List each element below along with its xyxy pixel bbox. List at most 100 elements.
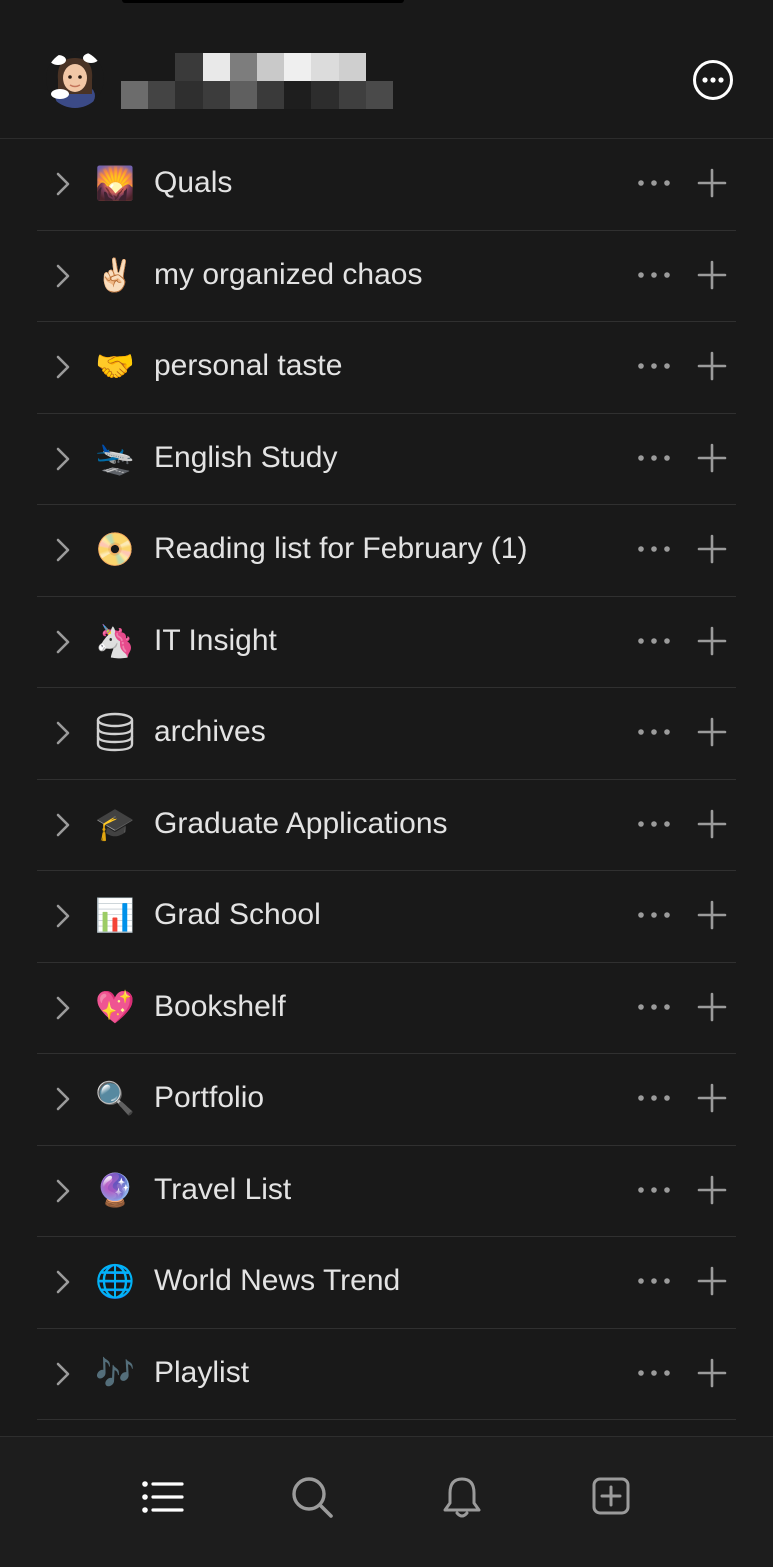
plus-icon[interactable] (697, 534, 727, 564)
new-page-icon (592, 1477, 630, 1515)
sunrise-icon: 🌄 (95, 165, 135, 201)
handshake-icon: 🤝 (95, 348, 135, 384)
memoji-avatar-icon (46, 50, 104, 108)
sidebar-item-label: archives (154, 715, 266, 748)
sidebar-item-archives[interactable]: archives (37, 688, 736, 780)
plus-icon[interactable] (697, 900, 727, 930)
sidebar-item-label: Grad School (154, 898, 321, 931)
plus-icon[interactable] (697, 626, 727, 656)
ellipsis-icon[interactable] (635, 356, 673, 376)
ellipsis-icon[interactable] (635, 1088, 673, 1108)
chevron-right-icon[interactable] (53, 1178, 73, 1204)
victory-hand-icon: ✌🏻 (95, 256, 135, 293)
chevron-right-icon[interactable] (53, 995, 73, 1021)
sidebar-item-label: my organized chaos (154, 257, 423, 291)
sidebar-item-portfolio[interactable]: 🔍 Portfolio (37, 1054, 736, 1146)
unicorn-icon: 🦄 (95, 622, 135, 659)
plus-icon[interactable] (697, 1083, 727, 1113)
sidebar-item-quals[interactable]: 🌄 Quals (37, 139, 736, 231)
dvd-icon: 📀 (95, 531, 135, 567)
ellipsis-icon[interactable] (635, 1271, 673, 1291)
ellipsis-icon[interactable] (635, 905, 673, 925)
ellipsis-icon[interactable] (635, 997, 673, 1017)
ellipsis-icon[interactable] (635, 814, 673, 834)
sidebar-item-label: Portfolio (154, 1081, 265, 1114)
sidebar-item-label: Travel List (154, 1172, 292, 1206)
sidebar-item-label: World News Trend (154, 1264, 401, 1297)
sidebar-item-playlist[interactable]: 🎶 Playlist (37, 1329, 736, 1420)
chevron-right-icon[interactable] (53, 903, 73, 929)
more-circle-icon (693, 60, 733, 100)
chevron-right-icon[interactable] (53, 537, 73, 563)
sidebar-item-english-study[interactable]: 🛬 English Study (37, 414, 736, 505)
graduation-cap-icon: 🎓 (95, 805, 135, 842)
chevron-right-icon[interactable] (53, 1361, 73, 1387)
ellipsis-icon[interactable] (635, 722, 673, 742)
ellipsis-icon[interactable] (635, 1363, 673, 1383)
globe-icon: 🌐 (95, 1263, 135, 1299)
chevron-right-icon[interactable] (53, 720, 73, 746)
more-options-button[interactable] (692, 59, 734, 101)
ellipsis-icon[interactable] (635, 631, 673, 651)
plus-icon[interactable] (697, 992, 727, 1022)
airplane-arrival-icon: 🛬 (95, 439, 135, 476)
sidebar-item-world-news-trend[interactable]: 🌐 World News Trend (37, 1237, 736, 1329)
sidebar-item-bookshelf[interactable]: 💖 Bookshelf (37, 963, 736, 1054)
crystal-ball-icon: 🔮 (95, 1171, 135, 1208)
chevron-right-icon[interactable] (53, 171, 73, 197)
magnifying-glass-icon: 🔍 (95, 1080, 135, 1116)
plus-icon[interactable] (697, 260, 727, 290)
ellipsis-icon[interactable] (635, 448, 673, 468)
sidebar-item-grad-school[interactable]: 📊 Grad School (37, 871, 736, 963)
sidebar-item-travel-list[interactable]: 🔮 Travel List (37, 1146, 736, 1237)
tab-notifications[interactable] (440, 1475, 484, 1519)
chevron-right-icon[interactable] (53, 446, 73, 472)
plus-icon[interactable] (697, 168, 727, 198)
plus-icon[interactable] (697, 443, 727, 473)
sidebar-item-label: Graduate Applications (154, 806, 448, 840)
database-icon (94, 711, 136, 753)
list-icon (142, 1481, 184, 1513)
sidebar-item-it-insight[interactable]: 🦄 IT Insight (37, 597, 736, 688)
ellipsis-icon[interactable] (635, 173, 673, 193)
sidebar-item-label: Playlist (154, 1355, 250, 1389)
bar-chart-icon: 📊 (95, 897, 135, 933)
chevron-right-icon[interactable] (53, 1269, 73, 1295)
plus-icon[interactable] (697, 351, 727, 381)
ellipsis-icon[interactable] (635, 265, 673, 285)
chevron-right-icon[interactable] (53, 812, 73, 838)
tab-pages[interactable] (140, 1475, 184, 1519)
sidebar-item-reading-list-february[interactable]: 📀 Reading list for February (1) (37, 505, 736, 597)
sidebar-item-label: personal taste (154, 349, 343, 382)
sidebar-item-personal-taste[interactable]: 🤝 personal taste (37, 322, 736, 414)
chevron-right-icon[interactable] (53, 1086, 73, 1112)
sidebar-item-graduate-applications[interactable]: 🎓 Graduate Applications (37, 780, 736, 871)
sidebar-item-label: Reading list for February (1) (154, 532, 528, 565)
tab-search[interactable] (290, 1475, 334, 1519)
sparkling-heart-icon: 💖 (95, 988, 135, 1025)
sidebar-item-label: IT Insight (154, 623, 277, 657)
ellipsis-icon[interactable] (635, 539, 673, 559)
chevron-right-icon[interactable] (53, 629, 73, 655)
sidebar-item-my-organized-chaos[interactable]: ✌🏻 my organized chaos (37, 231, 736, 322)
search-icon (292, 1477, 333, 1518)
workspace-header (0, 0, 773, 139)
bottom-tab-bar (0, 1436, 773, 1567)
avatar[interactable] (46, 50, 104, 108)
sidebar-page-list: 🌄 Quals ✌🏻 my organized chaos 🤝 personal… (0, 139, 773, 1420)
ellipsis-icon[interactable] (635, 1180, 673, 1200)
music-notes-icon: 🎶 (95, 1354, 135, 1391)
sidebar-item-label: English Study (154, 440, 338, 474)
bell-icon (443, 1477, 481, 1518)
sidebar-item-label: Quals (154, 166, 233, 199)
workspace-name-redacted[interactable] (121, 53, 393, 109)
plus-icon[interactable] (697, 809, 727, 839)
chevron-right-icon[interactable] (53, 263, 73, 289)
plus-icon[interactable] (697, 717, 727, 747)
plus-icon[interactable] (697, 1358, 727, 1388)
chevron-right-icon[interactable] (53, 354, 73, 380)
plus-icon[interactable] (697, 1175, 727, 1205)
plus-icon[interactable] (697, 1266, 727, 1296)
tab-new-page[interactable] (590, 1475, 634, 1519)
sidebar-item-label: Bookshelf (154, 989, 286, 1023)
